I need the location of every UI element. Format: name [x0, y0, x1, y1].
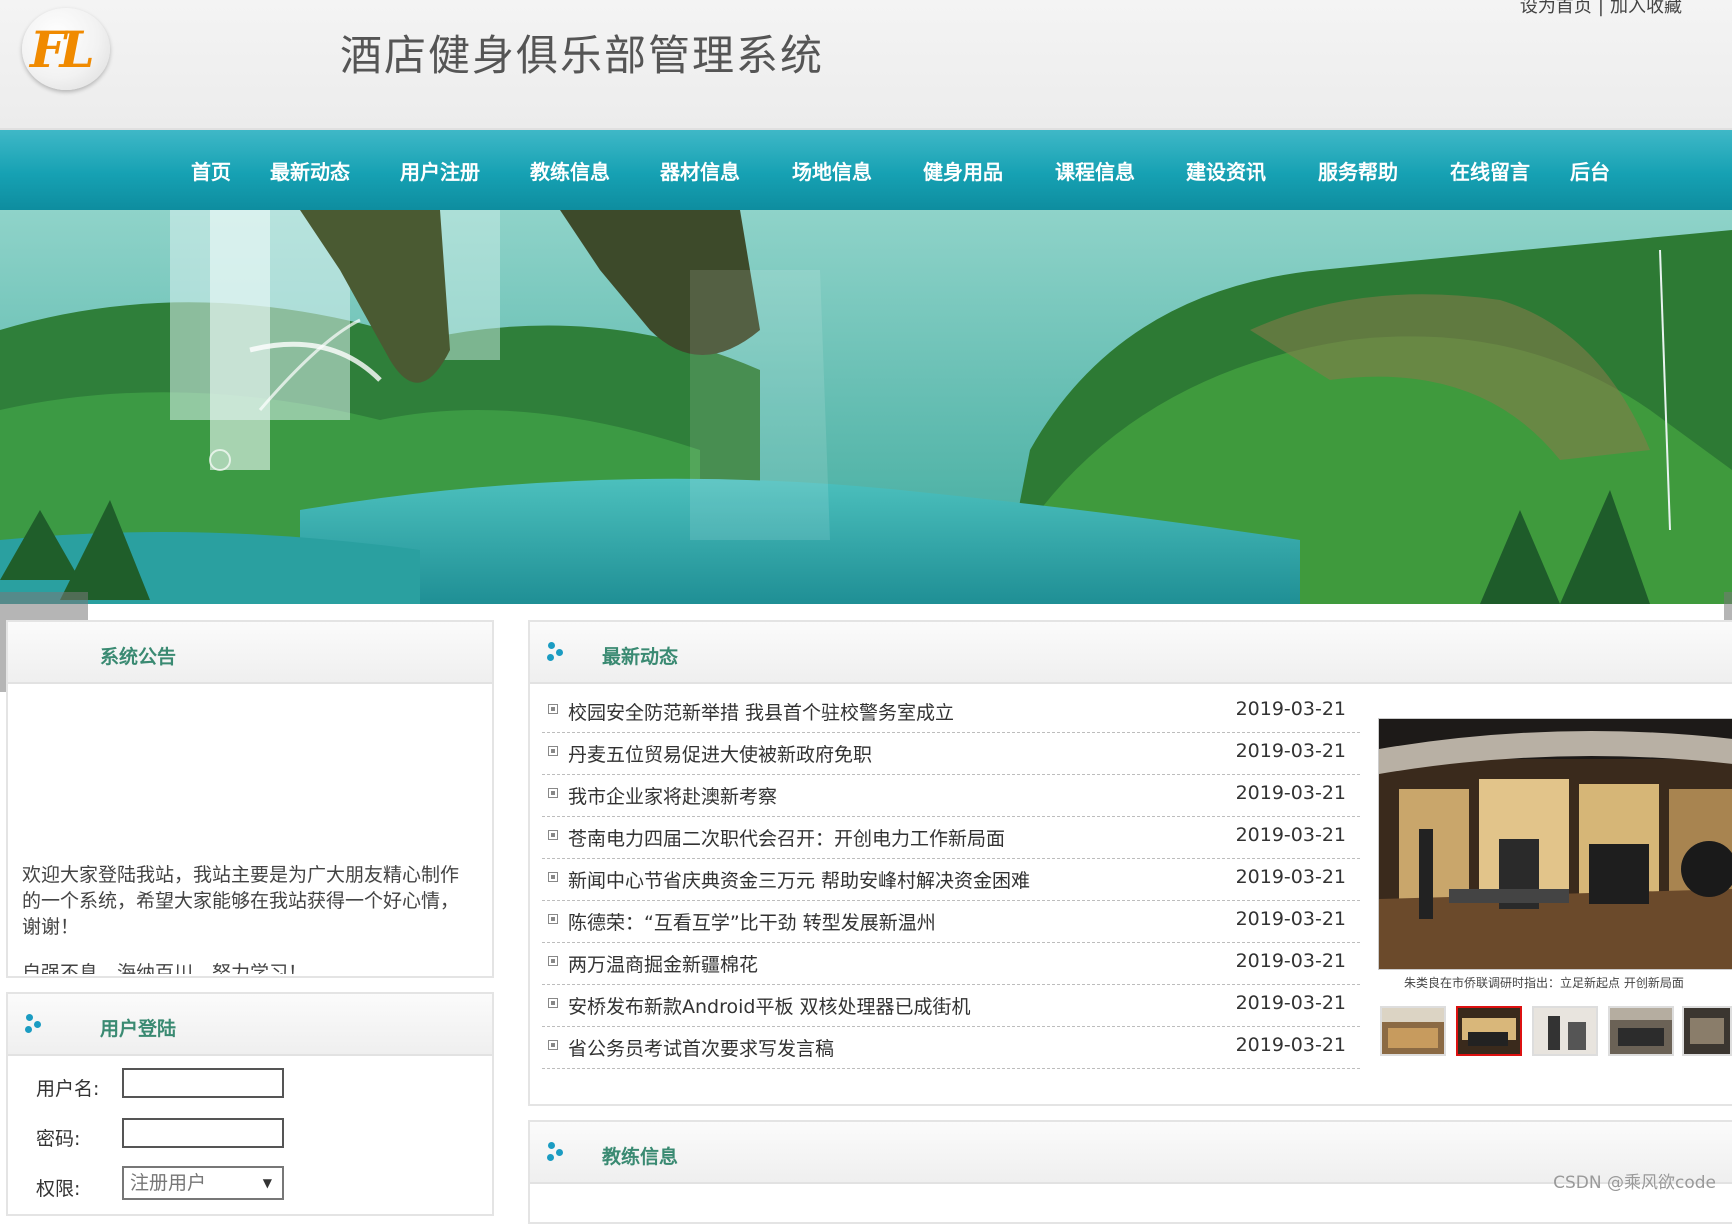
bullet-icon — [548, 956, 558, 966]
role-select[interactable]: 注册用户 ▼ — [122, 1166, 284, 1200]
news-slideshow-image[interactable] — [1378, 718, 1732, 970]
notice-panel-title: 系统公告 — [100, 646, 177, 668]
login-panel-header: 用户登陆 — [8, 994, 492, 1056]
nav-item-service-help[interactable]: 服务帮助 — [1318, 156, 1398, 185]
news-item[interactable]: 苍南电力四届二次职代会召开：开创电力工作新局面 2019-03-21 — [542, 816, 1360, 859]
nav-item-latest-news[interactable]: 最新动态 — [270, 156, 350, 185]
thumbnail-image — [1458, 1008, 1520, 1054]
news-item[interactable]: 两万温商掘金新疆棉花 2019-03-21 — [542, 942, 1360, 985]
news-item[interactable]: 我市企业家将赴澳新考察 2019-03-21 — [542, 774, 1360, 817]
site-logo[interactable]: FL — [22, 8, 110, 90]
news-item-date: 2019-03-21 — [1235, 1034, 1346, 1056]
news-item-title[interactable]: 校园安全防范新举措 我县首个驻校警务室成立 — [568, 698, 954, 725]
news-item[interactable]: 安桥发布新款Android平板 双核处理器已成街机 2019-03-21 — [542, 984, 1360, 1027]
dots-icon — [546, 640, 566, 662]
news-panel-header: 最新动态 — [530, 622, 1732, 684]
gym-interior-photo — [1379, 719, 1732, 969]
nav-item-register[interactable]: 用户注册 — [400, 156, 480, 185]
role-select-value: 注册用户 — [130, 1172, 207, 1194]
news-item-date: 2019-03-21 — [1235, 698, 1346, 720]
news-item-date: 2019-03-21 — [1235, 866, 1346, 888]
logo-text: FL — [30, 20, 95, 79]
slide-thumbnail[interactable] — [1682, 1006, 1732, 1056]
coach-panel-header: 教练信息 — [530, 1122, 1732, 1184]
username-input[interactable] — [122, 1068, 284, 1098]
nav-item-courses[interactable]: 课程信息 — [1055, 156, 1135, 185]
news-item-title[interactable]: 两万温商掘金新疆棉花 — [568, 950, 758, 977]
news-item-title[interactable]: 丹麦五位贸易促进大使被新政府免职 — [568, 740, 872, 767]
slide-thumbnail[interactable] — [1532, 1006, 1598, 1056]
password-label: 密码: — [36, 1128, 81, 1150]
banner-landscape-image — [0, 210, 1732, 604]
dots-icon — [24, 1012, 44, 1034]
news-item-title[interactable]: 陈德荣：“互看互学”比干劲 转型发展新温州 — [568, 908, 936, 935]
nav-item-coaches[interactable]: 教练信息 — [530, 156, 610, 185]
set-homepage-link[interactable]: 设为首页 — [1520, 0, 1592, 17]
banner-carousel[interactable] — [0, 210, 1732, 604]
bullet-icon — [548, 830, 558, 840]
site-title: 酒店健身俱乐部管理系统 — [340, 31, 825, 80]
site-header: FL 酒店健身俱乐部管理系统 设为首页 | 加入收藏 — [0, 0, 1732, 130]
news-item[interactable]: 省公务员考试首次要求写发言稿 2019-03-21 — [542, 1026, 1360, 1069]
nav-item-construction-news[interactable]: 建设资讯 — [1186, 156, 1266, 185]
news-item-title[interactable]: 我市企业家将赴澳新考察 — [568, 782, 777, 809]
news-item[interactable]: 丹麦五位贸易促进大使被新政府免职 2019-03-21 — [542, 732, 1360, 775]
add-favorite-link[interactable]: 加入收藏 — [1610, 0, 1682, 17]
bullet-icon — [548, 788, 558, 798]
notice-motto: 自强不息，海纳百川，努力学习！ — [22, 962, 308, 974]
news-item-title[interactable]: 苍南电力四届二次职代会召开：开创电力工作新局面 — [568, 824, 1005, 851]
csdn-watermark: CSDN @乘风欲code — [1553, 1173, 1716, 1193]
thumbnail-image — [1534, 1008, 1596, 1054]
news-item[interactable]: 陈德荣：“互看互学”比干劲 转型发展新温州 2019-03-21 — [542, 900, 1360, 943]
nav-item-home[interactable]: 首页 — [191, 156, 231, 185]
news-item-date: 2019-03-21 — [1235, 908, 1346, 930]
news-item-date: 2019-03-21 — [1235, 824, 1346, 846]
notice-text: 欢迎大家登陆我站，我站主要是为广大朋友精心制作的一个系统，希望大家能够在我站获得… — [22, 864, 460, 938]
bullet-icon — [548, 704, 558, 714]
news-item[interactable]: 校园安全防范新举措 我县首个驻校警务室成立 2019-03-21 — [542, 690, 1360, 733]
news-panel-title: 最新动态 — [602, 646, 679, 668]
nav-item-admin[interactable]: 后台 — [1570, 156, 1610, 185]
nav-item-equipment[interactable]: 器材信息 — [660, 156, 740, 185]
slide-thumbnail-active[interactable] — [1456, 1006, 1522, 1056]
news-item-date: 2019-03-21 — [1235, 782, 1346, 804]
top-links: 设为首页 | 加入收藏 — [1520, 0, 1682, 18]
notice-panel: 系统公告 欢迎大家登陆我站，我站主要是为广大朋友精心制作的一个系统，希望大家能够… — [6, 620, 494, 978]
slide-thumbnail[interactable] — [1380, 1006, 1446, 1056]
main-nav: 首页 最新动态 用户注册 教练信息 器材信息 场地信息 健身用品 课程信息 建设… — [0, 130, 1732, 210]
news-item-date: 2019-03-21 — [1235, 992, 1346, 1014]
notice-panel-header: 系统公告 — [8, 622, 492, 684]
thumbnail-image — [1382, 1008, 1444, 1054]
news-item-title[interactable]: 省公务员考试首次要求写发言稿 — [568, 1034, 834, 1061]
dropdown-arrow-icon: ▼ — [262, 1176, 272, 1190]
dots-icon — [546, 1140, 566, 1162]
slide-thumbnail[interactable] — [1608, 1006, 1674, 1056]
bullet-icon — [548, 998, 558, 1008]
slide-caption: 朱类良在市侨联调研时指出：立足新起点 开创新局面 — [1404, 976, 1684, 990]
nav-item-fitness-goods[interactable]: 健身用品 — [923, 156, 1003, 185]
bullet-icon — [548, 914, 558, 924]
bullet-icon — [548, 746, 558, 756]
nav-item-messages[interactable]: 在线留言 — [1450, 156, 1530, 185]
news-item-title[interactable]: 安桥发布新款Android平板 双核处理器已成街机 — [568, 992, 971, 1019]
username-label: 用户名: — [36, 1078, 100, 1100]
bullet-icon — [548, 1040, 558, 1050]
thumbnail-image — [1684, 1008, 1730, 1054]
coach-panel: 教练信息 — [528, 1120, 1732, 1224]
login-panel: 用户登陆 用户名: 密码: 权限: 注册用户 ▼ — [6, 992, 494, 1216]
news-item-title[interactable]: 新闻中心节省庆典资金三万元 帮助安峰村解决资金困难 — [568, 866, 1030, 893]
bullet-icon — [548, 872, 558, 882]
top-link-separator: | — [1597, 0, 1604, 17]
login-panel-title: 用户登陆 — [100, 1018, 177, 1040]
thumbnail-image — [1610, 1008, 1672, 1054]
news-item-date: 2019-03-21 — [1235, 740, 1346, 762]
password-input[interactable] — [122, 1118, 284, 1148]
news-item[interactable]: 新闻中心节省庆典资金三万元 帮助安峰村解决资金困难 2019-03-21 — [542, 858, 1360, 901]
coach-panel-title: 教练信息 — [602, 1146, 679, 1168]
news-item-date: 2019-03-21 — [1235, 950, 1346, 972]
nav-item-venues[interactable]: 场地信息 — [792, 156, 872, 185]
